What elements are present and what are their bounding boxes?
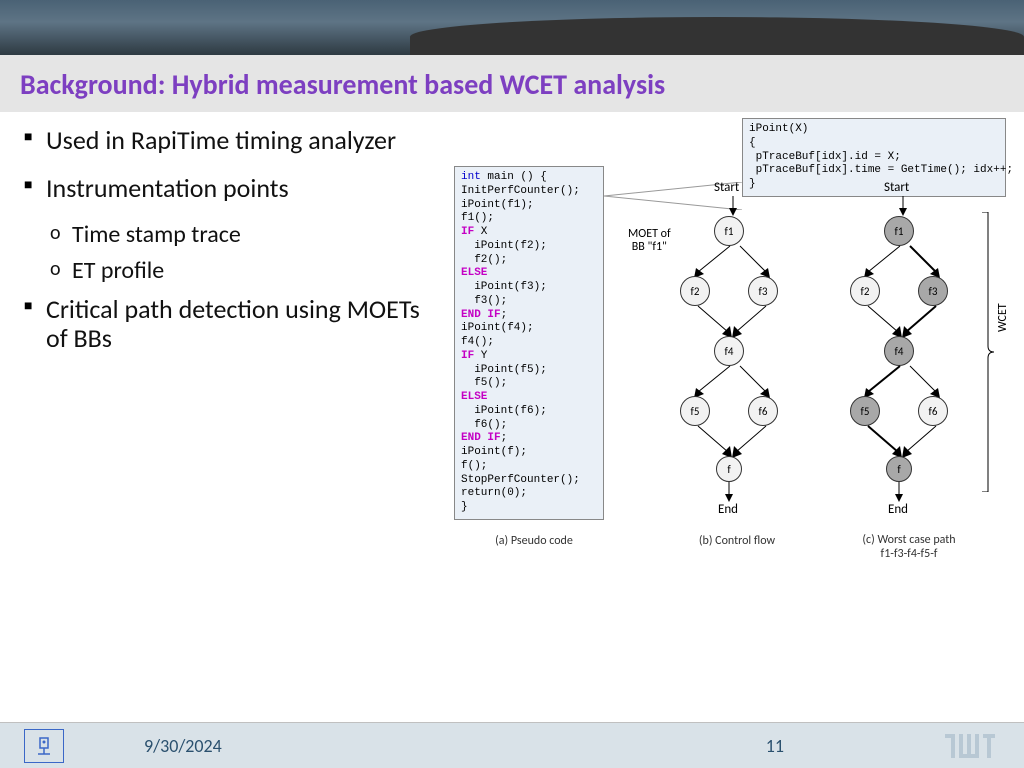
slide: Background: Hybrid measurement based WCE… [0, 0, 1024, 768]
footer: 9/30/2024 11 [0, 722, 1024, 768]
bullet-2a: Time stamp trace [24, 222, 444, 248]
footer-date: 9/30/2024 [144, 735, 222, 757]
logo-left-icon [24, 729, 64, 763]
graph-control-flow: Start f1 f2 f3 f4 f5 f6 f End [662, 196, 802, 526]
node-f4-w: f4 [884, 336, 914, 366]
caption-c: (c) Worst case path f1-f3-f4-f5-f [834, 534, 984, 562]
tum-logo-icon [940, 729, 1000, 763]
node-f4: f4 [714, 336, 744, 366]
page-number: 11 [766, 735, 784, 757]
figure: iPoint(X) { pTraceBuf[idx].id = X; pTrac… [444, 126, 1016, 586]
node-f5-w: f5 [850, 396, 880, 426]
bullet-1: Used in RapiTime timing analyzer [24, 126, 444, 156]
node-f3-w: f3 [918, 276, 948, 306]
bullet-2: Instrumentation points [24, 174, 444, 204]
caption-a: (a) Pseudo code [464, 534, 604, 548]
node-f1-w: f1 [884, 216, 914, 246]
bullet-2b: ET profile [24, 258, 444, 284]
caption-b: (b) Control flow [682, 534, 792, 548]
label-start2: Start [884, 180, 909, 195]
node-f: f [716, 456, 742, 482]
top-banner-image [0, 0, 1024, 55]
node-f6: f6 [748, 396, 778, 426]
node-f-w: f [886, 456, 912, 482]
bullet-list: Used in RapiTime timing analyzer Instrum… [24, 126, 444, 586]
label-end: End [718, 502, 738, 517]
code-ipoint: iPoint(X) { pTraceBuf[idx].id = X; pTrac… [742, 118, 1006, 197]
node-f6-w: f6 [918, 396, 948, 426]
label-end2: End [888, 502, 908, 517]
graph-worst-case: Start f1 f2 f3 f4 f5 f6 f End [832, 196, 972, 526]
node-f1: f1 [714, 216, 744, 246]
node-f2: f2 [680, 276, 710, 306]
title-bar: Background: Hybrid measurement based WCE… [0, 55, 1024, 112]
slide-title: Background: Hybrid measurement based WCE… [20, 67, 1004, 102]
wcet-bracket: WCET [980, 212, 1004, 496]
node-f3: f3 [748, 276, 778, 306]
node-f2-w: f2 [850, 276, 880, 306]
code-main: int main () { InitPerfCounter(); iPoint(… [454, 166, 604, 520]
node-f5: f5 [680, 396, 710, 426]
bullet-3: Critical path detection using MOETs of B… [24, 295, 444, 355]
label-start: Start [714, 180, 739, 195]
slide-body: Used in RapiTime timing analyzer Instrum… [0, 112, 1024, 586]
wcet-label: WCET [996, 303, 1010, 332]
